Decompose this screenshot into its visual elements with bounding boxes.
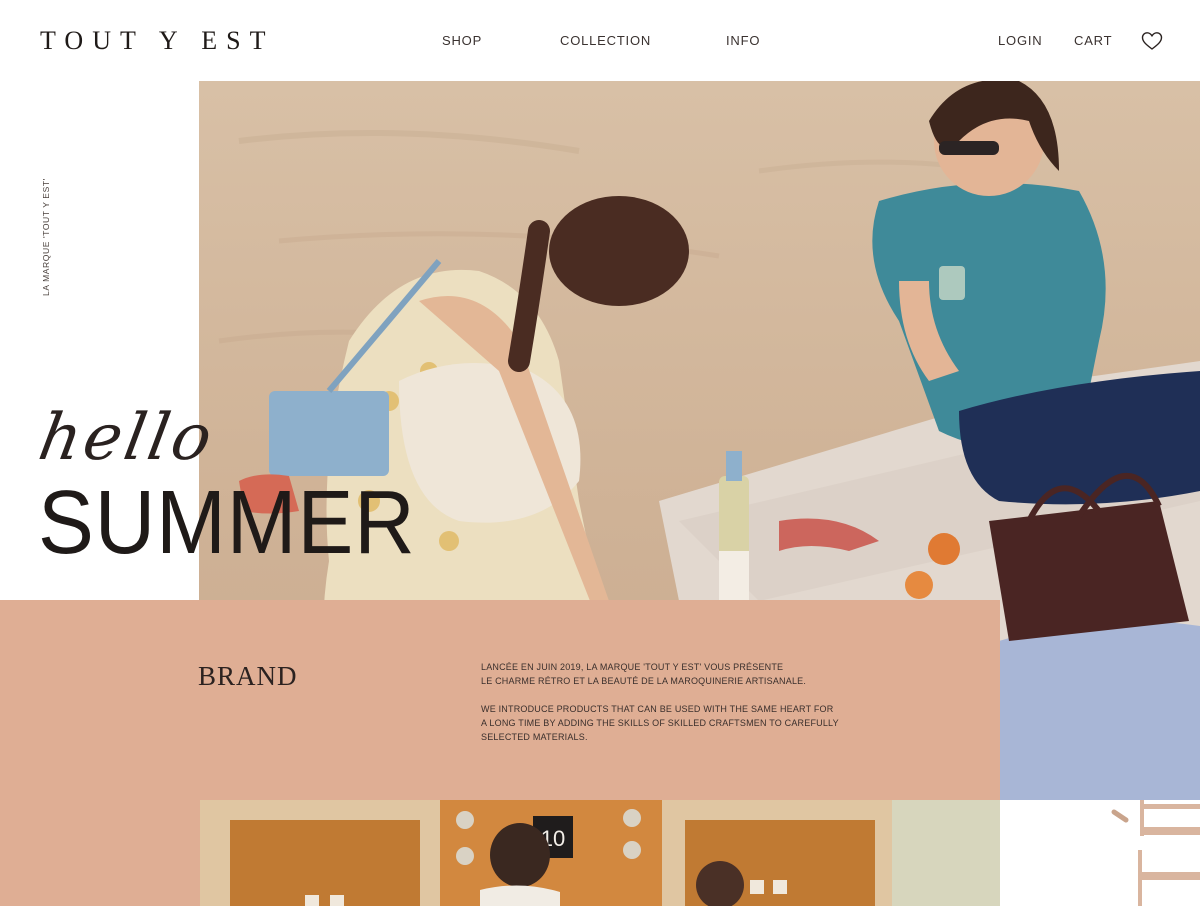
brand-en-line-3: SELECTED MATERIALS. [481, 732, 588, 742]
brand-description: LANCÉE EN JUIN 2019, LA MARQUE 'TOUT Y E… [481, 660, 861, 758]
nav-info[interactable]: INFO [726, 33, 760, 49]
brand-fr-line-2: LE CHARME RÉTRO ET LA BEAUTÉ DE LA MAROQ… [481, 676, 807, 686]
cart-link[interactable]: CART [1074, 33, 1112, 49]
hero-summer-heading: SUMMER [38, 473, 416, 573]
brand-title: BRAND [198, 661, 298, 691]
brand-en-line-2: A LONG TIME BY ADDING THE SKILLS OF SKIL… [481, 718, 839, 728]
nav-collection[interactable]: COLLECTION [560, 33, 651, 49]
nav-shop[interactable]: SHOP [442, 33, 482, 49]
elevator-illustration: 10 [200, 800, 1000, 906]
brand-en-line-1: WE INTRODUCE PRODUCTS THAT CAN BE USED W… [481, 704, 834, 714]
login-link[interactable]: LOGIN [998, 33, 1042, 49]
decorative-lettering [1111, 800, 1200, 906]
brand-paragraph-en: WE INTRODUCE PRODUCTS THAT CAN BE USED W… [481, 702, 861, 744]
brand-fr-line-1: LANCÉE EN JUIN 2019, LA MARQUE 'TOUT Y E… [481, 662, 784, 672]
site-header: TOUT Y EST SHOP COLLECTION INFO LOGIN CA… [0, 0, 1200, 81]
hero-hello-script: hello [33, 401, 221, 475]
elevator-photo: 10 [200, 800, 1000, 906]
brand-paragraph-fr: LANCÉE EN JUIN 2019, LA MARQUE 'TOUT Y E… [481, 660, 861, 688]
heart-icon[interactable] [1141, 31, 1163, 51]
logo[interactable]: TOUT Y EST [40, 26, 274, 56]
brand-panel-extension [0, 800, 200, 906]
side-brand-label: LA MARQUE 'TOUT Y EST' [41, 178, 51, 296]
